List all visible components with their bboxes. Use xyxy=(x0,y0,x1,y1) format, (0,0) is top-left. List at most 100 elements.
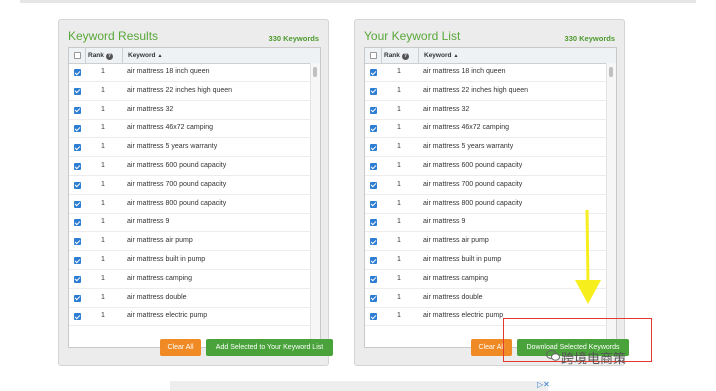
row-keyword: air mattress 9 xyxy=(423,218,466,226)
row-rank: 1 xyxy=(397,162,401,169)
row-keyword: air mattress 46x72 camping xyxy=(423,124,509,132)
table-row[interactable]: 1 air mattress 5 years warranty xyxy=(365,138,607,158)
help-icon[interactable]: ? xyxy=(401,53,409,60)
row-checkbox[interactable] xyxy=(74,144,81,152)
help-icon[interactable]: ? xyxy=(105,53,113,60)
row-rank: 1 xyxy=(101,312,105,320)
row-checkbox[interactable] xyxy=(370,181,377,189)
select-all-checkbox[interactable] xyxy=(74,52,81,59)
scrollbar-thumb[interactable] xyxy=(609,67,613,77)
keyword-column-header[interactable]: Keyword ▲ xyxy=(128,52,162,59)
row-keyword: air mattress 600 pound capacity xyxy=(127,162,227,169)
row-checkbox[interactable] xyxy=(74,106,81,114)
table-row[interactable]: 1 air mattress 22 inches high queen xyxy=(69,82,311,101)
row-rank: 1 xyxy=(397,218,401,226)
row-rank: 1 xyxy=(101,105,105,113)
row-keyword: air mattress 5 years warranty xyxy=(423,143,514,151)
row-checkbox[interactable] xyxy=(74,181,81,189)
table-row[interactable]: 1 air mattress 600 pound capacity xyxy=(69,157,311,176)
row-rank: 1 xyxy=(397,312,401,320)
rank-column-header[interactable]: Rank? xyxy=(384,52,409,60)
table-row[interactable]: 1 air mattress 800 pound capacity xyxy=(69,195,311,214)
table-row[interactable]: 1 air mattress built in pump xyxy=(69,251,311,270)
table-row[interactable]: 1 air mattress 32 xyxy=(69,101,311,120)
down-arrow-icon xyxy=(575,209,601,304)
row-checkbox[interactable] xyxy=(370,163,377,170)
row-checkbox[interactable] xyxy=(370,219,377,227)
keyword-column-header[interactable]: Keyword ▲ xyxy=(424,52,458,59)
row-checkbox[interactable] xyxy=(74,69,81,76)
scrollbar-thumb[interactable] xyxy=(313,67,317,77)
table-row[interactable]: 1 air mattress 700 pound capacity xyxy=(365,176,607,195)
row-checkbox[interactable] xyxy=(370,87,377,95)
row-checkbox[interactable] xyxy=(370,238,377,246)
row-checkbox[interactable] xyxy=(370,125,377,133)
row-checkbox[interactable] xyxy=(74,275,81,283)
row-rank: 1 xyxy=(397,180,401,188)
row-checkbox[interactable] xyxy=(74,87,81,95)
table-row[interactable]: 1 air mattress 46x72 camping xyxy=(69,119,311,139)
row-rank: 1 xyxy=(101,237,105,245)
row-checkbox[interactable] xyxy=(74,313,81,321)
row-checkbox[interactable] xyxy=(74,219,81,227)
row-keyword: air mattress 22 inches high queen xyxy=(423,86,529,94)
row-keyword: air mattress 18 inch queen xyxy=(127,68,210,75)
your-keyword-list-panel: Your Keyword List 330 Keywords Rank? Key… xyxy=(354,19,629,366)
row-keyword: air mattress camping xyxy=(423,274,488,282)
row-checkbox[interactable] xyxy=(74,294,81,302)
table-row[interactable]: 1 air mattress electric pump xyxy=(69,307,311,327)
row-checkbox[interactable] xyxy=(370,106,377,114)
row-checkbox[interactable] xyxy=(74,200,81,208)
row-checkbox[interactable] xyxy=(370,144,377,152)
table-row[interactable]: 1 air mattress air pump xyxy=(69,232,311,252)
add-selected-button[interactable]: Add Selected to Your Keyword List xyxy=(206,339,333,356)
row-checkbox[interactable] xyxy=(74,238,81,246)
row-checkbox[interactable] xyxy=(370,313,377,321)
rank-column-header[interactable]: Rank? xyxy=(88,52,113,60)
row-rank: 1 xyxy=(397,293,401,301)
table-row[interactable]: 1 air mattress camping xyxy=(69,270,311,289)
row-checkbox[interactable] xyxy=(74,125,81,133)
row-checkbox[interactable] xyxy=(370,275,377,283)
row-keyword: air mattress electric pump xyxy=(423,312,504,320)
clear-all-button[interactable]: Clear All xyxy=(160,339,201,356)
row-rank: 1 xyxy=(397,199,401,207)
row-checkbox[interactable] xyxy=(370,69,377,76)
table-body: 1 air mattress 18 inch queen 1 air mattress… xyxy=(69,63,311,347)
row-checkbox[interactable] xyxy=(74,257,81,264)
row-rank: 1 xyxy=(101,256,105,263)
row-rank: 1 xyxy=(101,274,105,282)
table-row[interactable]: 1 air mattress 46x72 camping xyxy=(365,119,607,139)
row-keyword: air mattress air pump xyxy=(127,237,193,245)
ad-banner[interactable] xyxy=(170,381,548,391)
row-rank: 1 xyxy=(101,86,105,94)
row-checkbox[interactable] xyxy=(370,200,377,208)
table-row[interactable]: 1 air mattress 9 xyxy=(69,213,311,233)
row-rank: 1 xyxy=(397,237,401,245)
keyword-results-panel: Keyword Results 330 Keywords Rank? Keywo… xyxy=(58,19,333,366)
table-row[interactable]: 1 air mattress 700 pound capacity xyxy=(69,176,311,195)
row-rank: 1 xyxy=(101,218,105,226)
table-row[interactable]: 1 air mattress 5 years warranty xyxy=(69,138,311,158)
row-rank: 1 xyxy=(397,68,401,75)
scrollbar[interactable] xyxy=(310,63,320,347)
row-rank: 1 xyxy=(397,256,401,263)
row-keyword: air mattress 46x72 camping xyxy=(127,124,213,132)
scrollbar[interactable] xyxy=(606,63,616,347)
table-row[interactable]: 1 air mattress 18 inch queen xyxy=(365,63,607,82)
table-row[interactable]: 1 air mattress double xyxy=(69,289,311,308)
select-all-checkbox[interactable] xyxy=(370,52,377,59)
row-checkbox[interactable] xyxy=(74,163,81,170)
table-row[interactable]: 1 air mattress 22 inches high queen xyxy=(365,82,607,101)
row-rank: 1 xyxy=(397,143,401,151)
top-divider xyxy=(20,0,696,3)
close-ad-icon[interactable]: ▷✕ xyxy=(537,380,550,389)
table-row[interactable]: 1 air mattress 18 inch queen xyxy=(69,63,311,82)
row-checkbox[interactable] xyxy=(370,294,377,302)
panel-title: Keyword Results xyxy=(68,29,159,43)
row-checkbox[interactable] xyxy=(370,257,377,264)
table-row[interactable]: 1 air mattress 32 xyxy=(365,101,607,120)
table-row[interactable]: 1 air mattress 600 pound capacity xyxy=(365,157,607,176)
row-keyword: air mattress 800 pound capacity xyxy=(127,199,227,207)
row-keyword: air mattress air pump xyxy=(423,237,489,245)
